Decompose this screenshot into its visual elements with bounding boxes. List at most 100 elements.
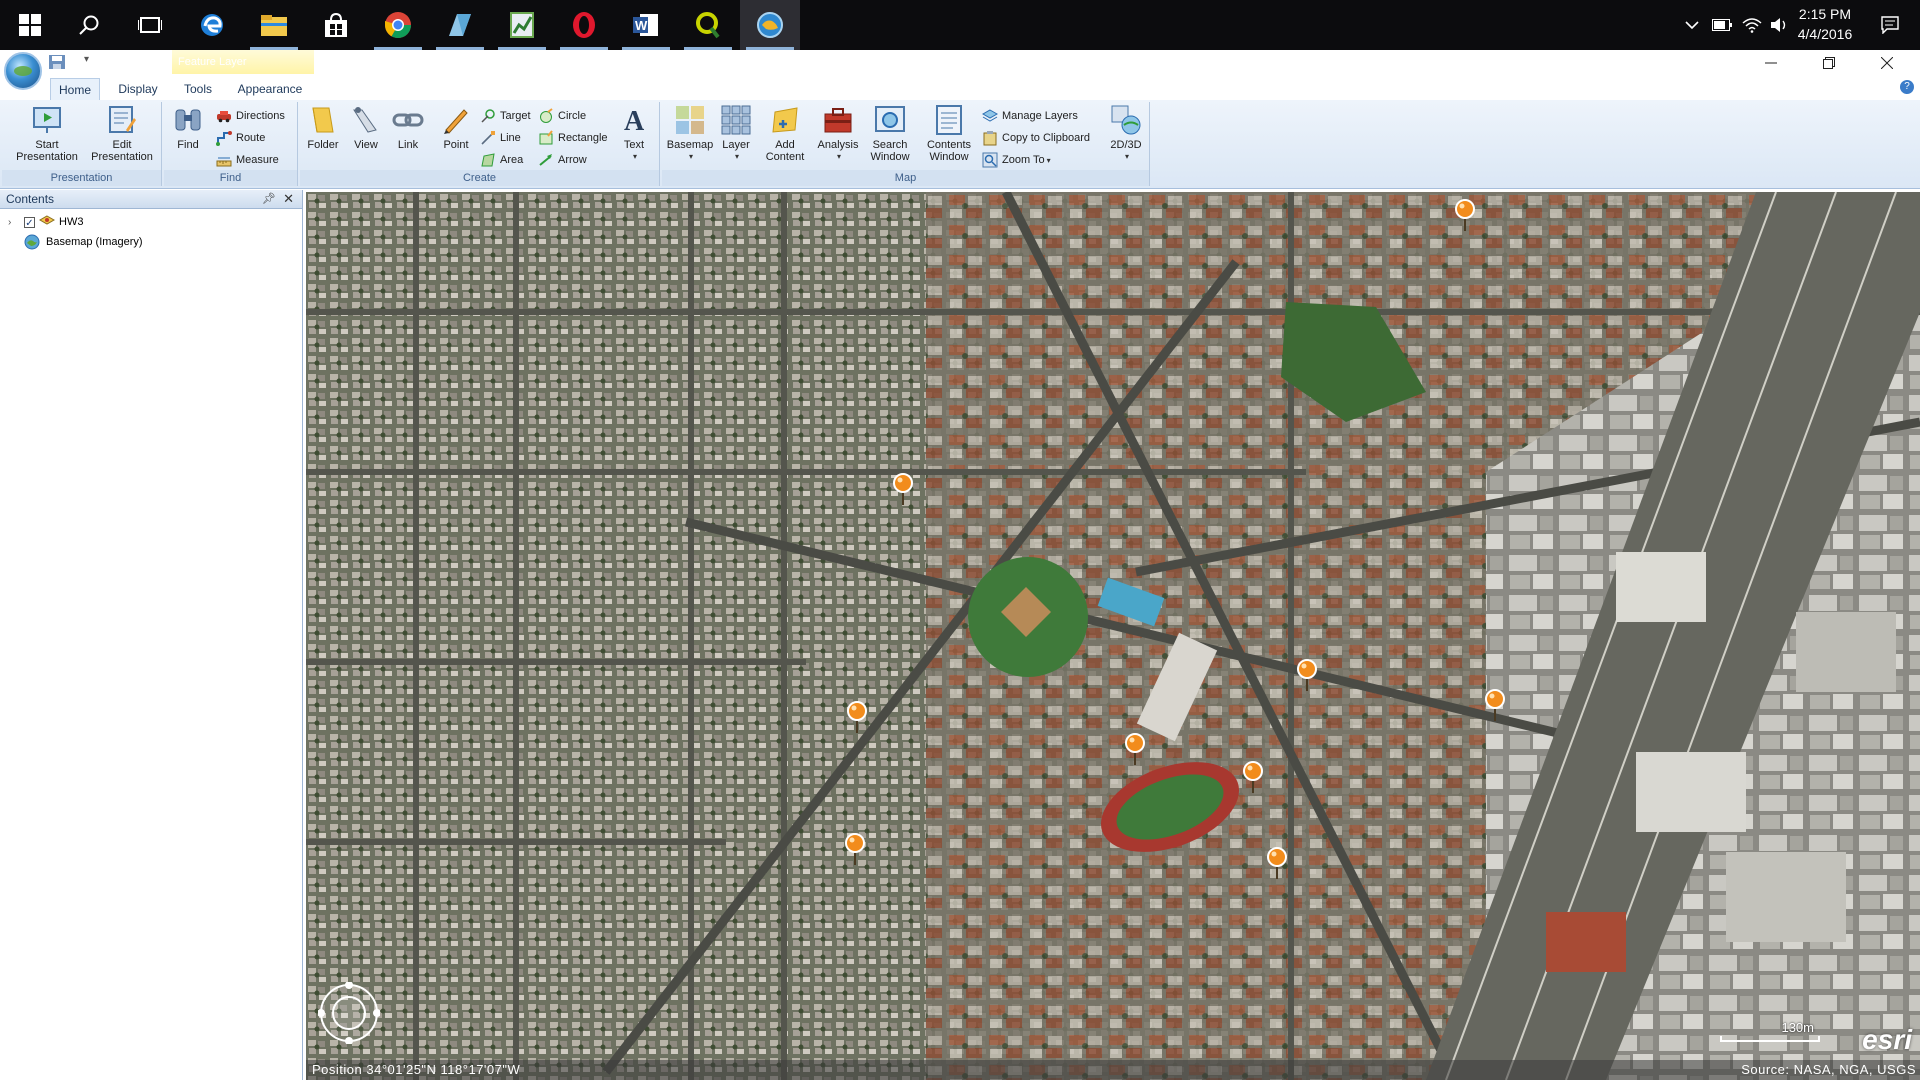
app-icon[interactable] <box>492 0 552 50</box>
view-label: View <box>354 139 378 151</box>
tab-appearance[interactable]: Appearance <box>232 78 308 100</box>
tree-item-hw3[interactable]: › ✓ HW3 <box>0 212 83 232</box>
map-marker-pin-icon[interactable] <box>1124 732 1146 766</box>
zoom-to-label: Zoom To <box>1002 154 1045 166</box>
point-button[interactable]: Point <box>436 104 476 170</box>
add-content-button[interactable]: Add Content <box>758 104 812 170</box>
imagery-source: Source: NASA, NGA, USGS <box>1741 1062 1916 1077</box>
svg-text:W: W <box>635 18 648 33</box>
map-status-bar: Position 34°01'25"N 118°17'07"W Source: … <box>306 1060 1920 1080</box>
tab-display[interactable]: Display <box>110 78 166 100</box>
folder-button[interactable]: Folder <box>302 104 344 170</box>
area-button[interactable]: Area <box>480 150 523 170</box>
search-window-button[interactable]: Search Window <box>866 104 914 170</box>
manage-layers-button[interactable]: Manage Layers <box>982 106 1078 126</box>
help-icon[interactable]: ? <box>1900 80 1914 94</box>
layer-button[interactable]: Layer ▾ <box>716 104 756 170</box>
wifi-icon[interactable] <box>1738 0 1766 50</box>
minimize-icon[interactable] <box>1742 50 1800 76</box>
route-button[interactable]: Route <box>216 128 265 148</box>
map-view[interactable]: 130m esri Position 34°01'25"N 118°17'07"… <box>306 192 1920 1080</box>
clipboard-icon <box>983 131 997 146</box>
measure-button[interactable]: Measure <box>216 150 279 170</box>
globe-icon[interactable] <box>740 0 800 50</box>
app-icon[interactable] <box>430 0 490 50</box>
battery-icon[interactable] <box>1708 0 1736 50</box>
app-icon[interactable] <box>678 0 738 50</box>
zoom-to-button[interactable]: Zoom To ▾ <box>982 150 1051 170</box>
circle-icon <box>540 108 553 123</box>
link-button[interactable]: Link <box>388 104 428 170</box>
tree-item-basemap[interactable]: Basemap (Imagery) <box>0 232 143 252</box>
target-button[interactable]: Target <box>480 106 531 126</box>
copy-to-clipboard-button[interactable]: Copy to Clipboard <box>982 128 1090 148</box>
map-marker-pin-icon[interactable] <box>1454 198 1476 232</box>
map-marker-pin-icon[interactable] <box>1266 846 1288 880</box>
analysis-label: Analysis <box>817 139 859 151</box>
directions-label: Directions <box>236 110 285 122</box>
start-presentation-icon <box>33 107 61 133</box>
restore-icon[interactable] <box>1800 50 1858 76</box>
map-marker-pin-icon[interactable] <box>1484 688 1506 722</box>
car-icon <box>217 111 231 123</box>
map-marker-pin-icon[interactable] <box>1242 760 1264 794</box>
clock-date: 4/4/2016 <box>1797 26 1853 42</box>
search-icon[interactable] <box>60 0 120 50</box>
basemap-button[interactable]: Basemap ▾ <box>664 104 716 170</box>
tab-home[interactable]: Home <box>50 78 100 100</box>
route-icon <box>216 131 232 146</box>
svg-text:A: A <box>624 106 645 136</box>
arrow-button[interactable]: Arrow <box>538 150 587 170</box>
dropdown-caret-icon: ▾ <box>688 152 693 161</box>
add-content-label: Add Content <box>765 139 805 163</box>
store-icon[interactable] <box>306 0 366 50</box>
layer-visibility-checkbox[interactable]: ✓ <box>24 216 35 229</box>
toggle-2d-3d-button[interactable]: 2D/3D ▾ <box>1106 104 1146 170</box>
system-clock[interactable]: 2:15 PM 4/4/2016 <box>1770 4 1880 44</box>
contents-window-button[interactable]: Contents Window <box>924 104 974 170</box>
start-presentation-button[interactable]: Start Presentation <box>8 104 86 170</box>
tab-tools[interactable]: Tools <box>172 78 224 100</box>
ribbon-group-presentation: Start Presentation Edit Presentation Pre… <box>2 102 162 186</box>
add-content-icon <box>772 107 798 133</box>
chrome-icon[interactable] <box>368 0 428 50</box>
chevron-up-icon[interactable] <box>1680 0 1704 50</box>
manage-layers-label: Manage Layers <box>1002 110 1078 122</box>
contents-window-icon <box>936 105 962 135</box>
context-tab-feature-layer[interactable]: Feature Layer <box>172 50 314 74</box>
expand-arrow-icon[interactable]: › <box>8 217 18 228</box>
area-label: Area <box>500 154 524 166</box>
circle-button[interactable]: Circle <box>538 106 586 126</box>
rectangle-button[interactable]: Rectangle <box>538 128 608 148</box>
map-marker-pin-icon[interactable] <box>1296 658 1318 692</box>
text-button[interactable]: A Text ▾ <box>614 104 654 170</box>
analysis-button[interactable]: Analysis ▾ <box>812 104 864 170</box>
close-icon[interactable] <box>1858 50 1916 76</box>
task-view-icon[interactable] <box>120 0 180 50</box>
opera-icon[interactable] <box>554 0 614 50</box>
pencil-point-icon <box>444 109 468 134</box>
folder-icon[interactable] <box>244 0 304 50</box>
windows-start-icon[interactable] <box>0 0 60 50</box>
ribbon-group-map: Basemap ▾ Layer ▾ Add Content Analysis ▾… <box>662 102 1150 186</box>
map-marker-pin-icon[interactable] <box>846 700 868 734</box>
map-marker-pin-icon[interactable] <box>892 472 914 506</box>
map-marker-pin-icon[interactable] <box>844 832 866 866</box>
quick-access-dropdown-icon[interactable]: ▾ <box>84 54 89 65</box>
pin-icon[interactable]: 📌︎ <box>262 190 276 208</box>
application-menu-button[interactable] <box>4 52 42 90</box>
text-label: Text <box>623 139 645 151</box>
find-button[interactable]: Find <box>168 104 208 170</box>
edit-presentation-button[interactable]: Edit Presentation <box>84 104 160 170</box>
view-button[interactable]: View <box>346 104 386 170</box>
line-button[interactable]: Line <box>480 128 521 148</box>
folder-icon <box>312 107 334 133</box>
edge-icon[interactable] <box>182 0 242 50</box>
save-icon[interactable] <box>48 54 66 70</box>
notification-icon[interactable] <box>1876 0 1904 50</box>
navigation-control-icon[interactable] <box>318 982 380 1044</box>
close-icon[interactable]: ✕ <box>283 190 294 208</box>
word-icon[interactable]: W <box>616 0 676 50</box>
basemap-icon <box>676 106 704 134</box>
directions-button[interactable]: Directions <box>216 106 285 126</box>
